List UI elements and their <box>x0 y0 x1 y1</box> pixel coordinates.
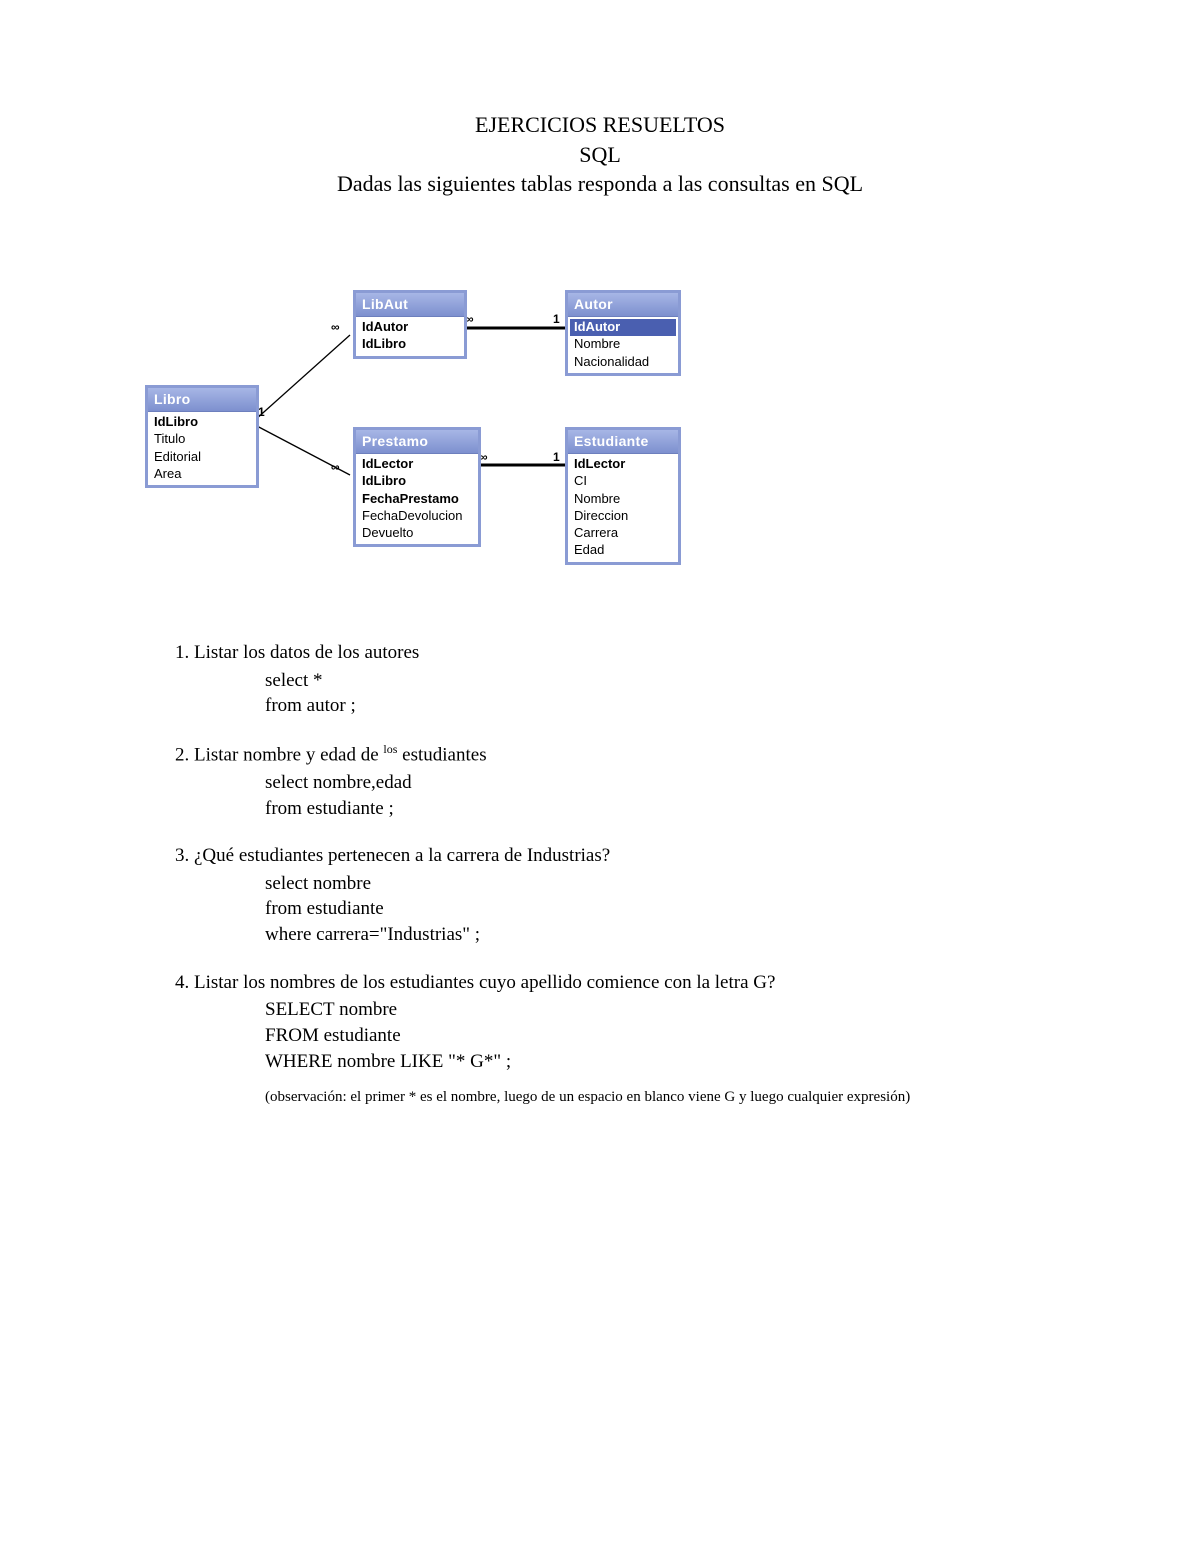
table-prestamo: Prestamo IdLector IdLibro FechaPrestamo … <box>353 427 481 547</box>
field: IdLector <box>356 456 478 473</box>
exercise-question: 4. Listar los nombres de los estudiantes… <box>175 970 935 996</box>
exercise-text-post: estudiantes <box>397 744 486 765</box>
field: FechaPrestamo <box>356 491 478 508</box>
table-libaut-title: LibAut <box>356 293 464 317</box>
field: IdAutor <box>356 319 464 336</box>
table-libaut-fields: IdAutor IdLibro <box>356 317 464 356</box>
exercise-1: 1. Listar los datos de los autores selec… <box>175 640 935 719</box>
table-libro-fields: IdLibro Titulo Editorial Area <box>148 412 256 485</box>
rel-prestamo-many-left: ∞ <box>331 460 340 474</box>
er-diagram: 1 ∞ ∞ ∞ 1 ∞ 1 Libro IdLibro Titulo Edito… <box>145 260 845 620</box>
field: Nombre <box>568 491 678 508</box>
exercise-list: 1. Listar los datos de los autores selec… <box>175 640 935 1129</box>
exercise-3: 3. ¿Qué estudiantes pertenecen a la carr… <box>175 843 935 948</box>
exercise-text: Listar los nombres de los estudiantes cu… <box>194 972 775 993</box>
exercise-text-pre: Listar nombre y edad de <box>194 744 383 765</box>
field: CI <box>568 473 678 490</box>
field: Devuelto <box>356 525 478 542</box>
table-autor-fields: IdAutor Nombre Nacionalidad <box>568 317 678 373</box>
header-line-1: EJERCICIOS RESUELTOS <box>0 110 1200 140</box>
table-estudiante-title: Estudiante <box>568 430 678 454</box>
exercise-code: SELECT nombre FROM estudiante WHERE nomb… <box>265 997 935 1074</box>
exercise-number: 4. <box>175 972 189 993</box>
table-prestamo-fields: IdLector IdLibro FechaPrestamo FechaDevo… <box>356 454 478 544</box>
rel-autor-one: 1 <box>553 312 560 326</box>
field: IdLector <box>568 456 678 473</box>
field: IdLibro <box>148 414 256 431</box>
exercise-text: Listar los datos de los autores <box>194 642 419 663</box>
exercise-observation: (observación: el primer * es el nombre, … <box>265 1088 935 1107</box>
exercise-code: select nombre,edad from estudiante ; <box>265 770 935 821</box>
field: Direccion <box>568 508 678 525</box>
exercise-4: 4. Listar los nombres de los estudiantes… <box>175 970 935 1107</box>
table-libaut: LibAut IdAutor IdLibro <box>353 290 467 359</box>
exercise-code: select nombre from estudiante where carr… <box>265 871 935 948</box>
exercise-number: 3. <box>175 845 189 866</box>
field: IdLibro <box>356 473 478 490</box>
field: FechaDevolucion <box>356 508 478 525</box>
exercise-question: 2. Listar nombre y edad de los estudiant… <box>175 741 935 768</box>
field: Nacionalidad <box>568 354 678 371</box>
table-estudiante: Estudiante IdLector CI Nombre Direccion … <box>565 427 681 565</box>
field: Titulo <box>148 431 256 448</box>
exercise-question: 3. ¿Qué estudiantes pertenecen a la carr… <box>175 843 935 869</box>
document-header: EJERCICIOS RESUELTOS SQL Dadas las sigui… <box>0 110 1200 199</box>
field: IdLibro <box>356 336 464 353</box>
exercise-2: 2. Listar nombre y edad de los estudiant… <box>175 741 935 821</box>
exercise-text-sup: los <box>383 742 397 756</box>
table-libro: Libro IdLibro Titulo Editorial Area <box>145 385 259 488</box>
document-page: EJERCICIOS RESUELTOS SQL Dadas las sigui… <box>0 0 1200 1553</box>
table-estudiante-fields: IdLector CI Nombre Direccion Carrera Eda… <box>568 454 678 562</box>
table-autor-title: Autor <box>568 293 678 317</box>
exercise-question: 1. Listar los datos de los autores <box>175 640 935 666</box>
rel-libaut-many-left: ∞ <box>331 320 340 334</box>
field: Carrera <box>568 525 678 542</box>
table-libro-title: Libro <box>148 388 256 412</box>
field: Area <box>148 466 256 483</box>
field: Editorial <box>148 449 256 466</box>
exercise-code: select * from autor ; <box>265 668 935 719</box>
table-prestamo-title: Prestamo <box>356 430 478 454</box>
exercise-number: 1. <box>175 642 189 663</box>
table-autor: Autor IdAutor Nombre Nacionalidad <box>565 290 681 376</box>
field: Nombre <box>568 336 678 353</box>
exercise-text: ¿Qué estudiantes pertenecen a la carrera… <box>194 845 610 866</box>
field: Edad <box>568 542 678 559</box>
field-selected: IdAutor <box>570 319 676 336</box>
header-line-3: Dadas las siguientes tablas responda a l… <box>0 169 1200 199</box>
exercise-number: 2. <box>175 744 189 765</box>
rel-libro-one: 1 <box>258 405 265 419</box>
rel-estudiante-one: 1 <box>553 450 560 464</box>
header-line-2: SQL <box>0 140 1200 170</box>
